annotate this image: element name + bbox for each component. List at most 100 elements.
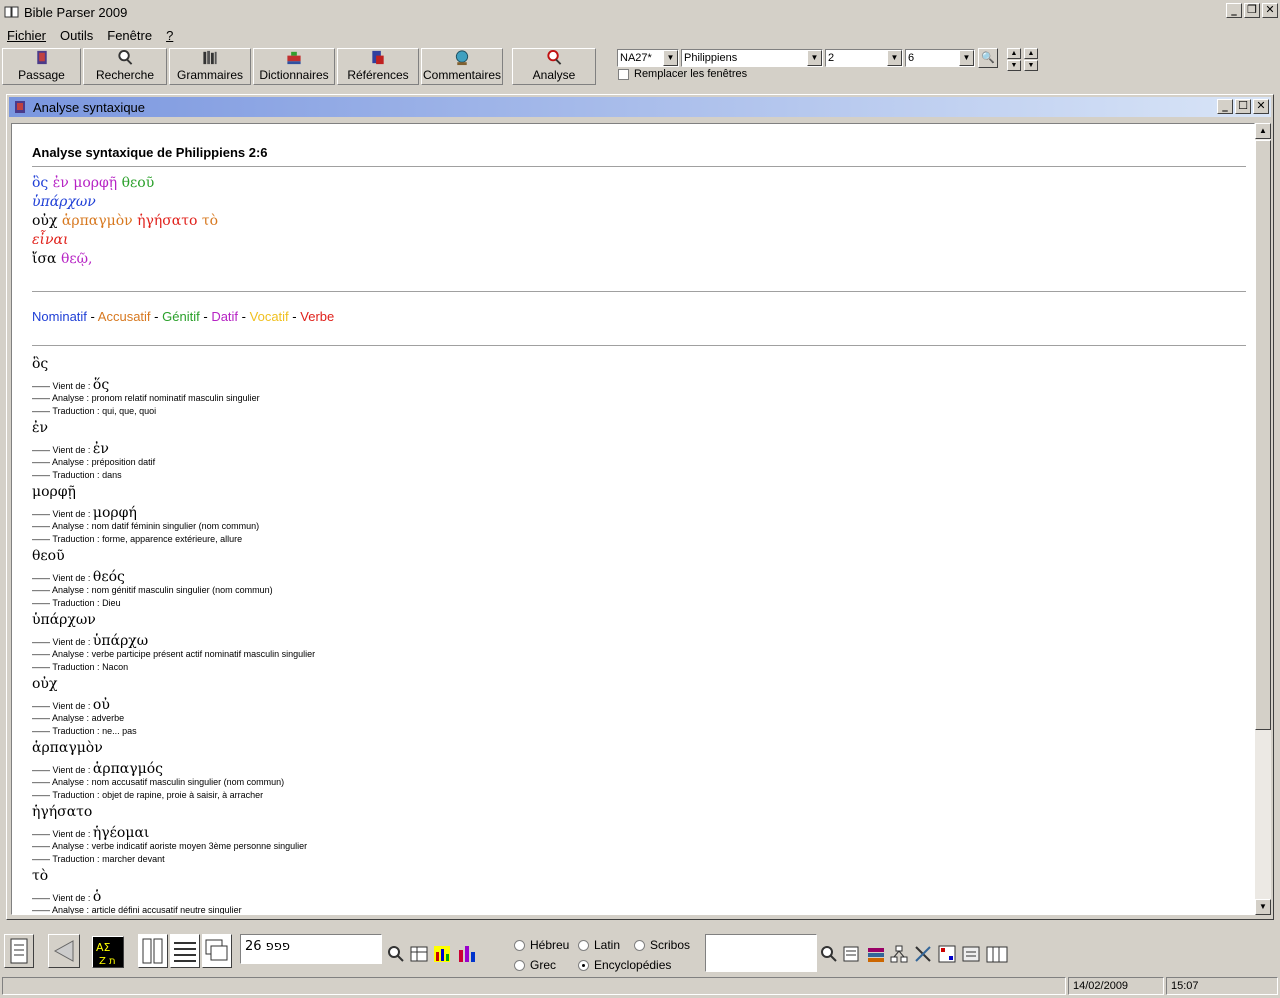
word-analysis-line: —— Analyse : verbe participe présent act… (32, 649, 316, 659)
columns-view-icon[interactable] (138, 934, 168, 968)
menu-help[interactable]: ? (159, 28, 180, 43)
word-lemma-line: —— Vient de : οὐ (32, 697, 110, 713)
word-translation-line: —— Traduction : qui, que, quoi (32, 406, 157, 416)
radio-circle[interactable] (578, 939, 589, 951)
radio-circle[interactable] (514, 939, 525, 951)
search-icon[interactable] (386, 944, 406, 964)
menu-fenetre[interactable]: Fenêtre (100, 28, 159, 43)
book-app-icon (4, 4, 20, 20)
bar-chart-icon[interactable] (432, 944, 452, 964)
radio-grec[interactable]: Grec (514, 958, 556, 972)
radio-circle[interactable] (634, 939, 645, 951)
main-toolbar: Passage Recherche Grammaires Dictionnair… (0, 47, 1280, 87)
search-icon[interactable] (819, 944, 839, 964)
greek-line-4: εἶναι (32, 232, 69, 248)
minimize-icon[interactable]: _ (1217, 99, 1233, 114)
table-icon[interactable] (409, 944, 429, 964)
analyse-button[interactable]: Analyse (512, 48, 596, 85)
library-icon[interactable] (866, 944, 886, 964)
scroll-thumb[interactable] (1255, 140, 1271, 730)
analysis-content: Analyse syntaxique de Philippiens 2:6 ὃς… (11, 123, 1255, 915)
close-icon[interactable]: ✕ (1253, 99, 1269, 114)
commentaires-button[interactable]: Commentaires (421, 48, 503, 85)
book-select[interactable]: Philippiens ▼ (681, 49, 823, 67)
status-time: 15:07 (1166, 977, 1278, 995)
version-select[interactable]: NA27* ▼ (617, 49, 679, 67)
word-translation-line: —— Traduction : dans (32, 470, 122, 480)
restore-icon[interactable]: ❐ (1244, 3, 1260, 18)
word-lemma-line: —— Vient de : μορφή (32, 505, 137, 521)
index-icon[interactable] (961, 944, 981, 964)
prev-down-icon[interactable]: ▼ (1007, 60, 1021, 71)
minimize-icon[interactable]: _ (1226, 3, 1242, 18)
reference-input[interactable]: פפפ 26 (240, 934, 382, 964)
notes-icon[interactable] (4, 934, 34, 968)
tools-icon[interactable] (913, 944, 933, 964)
grid-icon[interactable] (937, 944, 957, 964)
word-lemma-line: —— Vient de : θεός (32, 569, 125, 585)
dictionnaires-button[interactable]: Dictionnaires (253, 48, 335, 85)
scroll-up-icon[interactable]: ▲ (1255, 123, 1271, 139)
case-legend: Nominatif - Accusatif - Génitif - Datif … (32, 309, 335, 324)
status-message (2, 977, 1066, 995)
word-lemma-line: —— Vient de : ἁρπαγμός (32, 761, 163, 777)
word-lemma-line: —— Vient de : ἐν (32, 441, 109, 457)
recherche-button[interactable]: Recherche (83, 48, 167, 85)
vertical-scrollbar[interactable]: ▲ ▼ (1255, 123, 1271, 915)
svg-text:Z ת: Z ת (99, 956, 116, 967)
word-translation-line: —— Traduction : Nacon (32, 662, 129, 672)
radio-circle-selected[interactable] (578, 959, 589, 971)
radio-scribos[interactable]: Scribos (634, 938, 690, 952)
next-up-icon[interactable]: ▲ (1024, 48, 1038, 59)
word-form: μορφῇ (32, 484, 76, 500)
globe-icon (455, 50, 469, 66)
list-cursor-icon[interactable] (842, 944, 862, 964)
book-icon (36, 50, 47, 65)
divider (32, 291, 1246, 292)
references-button[interactable]: Références (337, 48, 419, 85)
menu-fichier[interactable]: Fichier (0, 28, 53, 43)
word-form: ἁρπαγμὸν (32, 740, 103, 756)
word-lemma-line: —— Vient de : ἡγέομαι (32, 825, 150, 841)
radio-encyclopedies[interactable]: Encyclopédies (578, 958, 671, 972)
analysis-heading: Analyse syntaxique de Philippiens 2:6 (32, 145, 268, 160)
prev-up-icon[interactable]: ▲ (1007, 48, 1021, 59)
maximize-icon[interactable]: ☐ (1235, 99, 1251, 114)
status-date: 14/02/2009 (1068, 977, 1164, 995)
back-triangle-icon[interactable] (48, 934, 80, 968)
go-search-icon[interactable]: 🔍 (978, 48, 998, 68)
passage-button[interactable]: Passage (2, 48, 81, 85)
analyse-magnifier-icon (547, 49, 562, 65)
menu-outils[interactable]: Outils (53, 28, 100, 43)
word-analysis-line: —— Analyse : verbe indicatif aoriste moy… (32, 841, 308, 851)
radio-hebreu[interactable]: Hébreu (514, 938, 569, 952)
replace-windows-checkbox[interactable]: Remplacer les fenêtres (618, 68, 747, 80)
svg-text:ΑΣ: ΑΣ (96, 941, 111, 954)
rows-view-icon[interactable] (170, 934, 200, 968)
grammaires-button[interactable]: Grammaires (169, 48, 251, 85)
tree-icon[interactable] (889, 944, 909, 964)
word-form: θεοῦ (32, 548, 65, 564)
windows-view-icon[interactable] (202, 934, 232, 968)
divider (32, 166, 1246, 167)
lookup-input[interactable] (705, 934, 817, 972)
chapter-select[interactable]: 2 ▼ (825, 49, 903, 67)
translit-icon[interactable]: ΑΣ Z ת (92, 936, 124, 968)
scroll-down-icon[interactable]: ▼ (1255, 899, 1271, 915)
word-analysis-line: —— Analyse : adverbe (32, 713, 125, 723)
word-translation-line: —— Traduction : forme, apparence extérie… (32, 534, 243, 544)
word-analysis-line: —— Analyse : article défini accusatif ne… (32, 905, 242, 915)
close-icon[interactable]: ✕ (1262, 3, 1278, 18)
checkbox-box[interactable] (618, 68, 629, 80)
chevron-down-icon: ▼ (663, 50, 678, 66)
analysis-window: Analyse syntaxique _ ☐ ✕ Analyse syntaxi… (6, 94, 1274, 920)
stats-icon[interactable] (457, 944, 477, 964)
next-down-icon[interactable]: ▼ (1024, 60, 1038, 71)
magnifier-icon (118, 49, 133, 65)
analysis-window-titlebar: Analyse syntaxique _ ☐ ✕ (9, 97, 1271, 117)
radio-latin[interactable]: Latin (578, 938, 620, 952)
verse-select[interactable]: 6 ▼ (905, 49, 975, 67)
radio-circle[interactable] (514, 959, 525, 971)
book-icon (15, 101, 25, 113)
columns-icon[interactable] (985, 944, 1008, 964)
